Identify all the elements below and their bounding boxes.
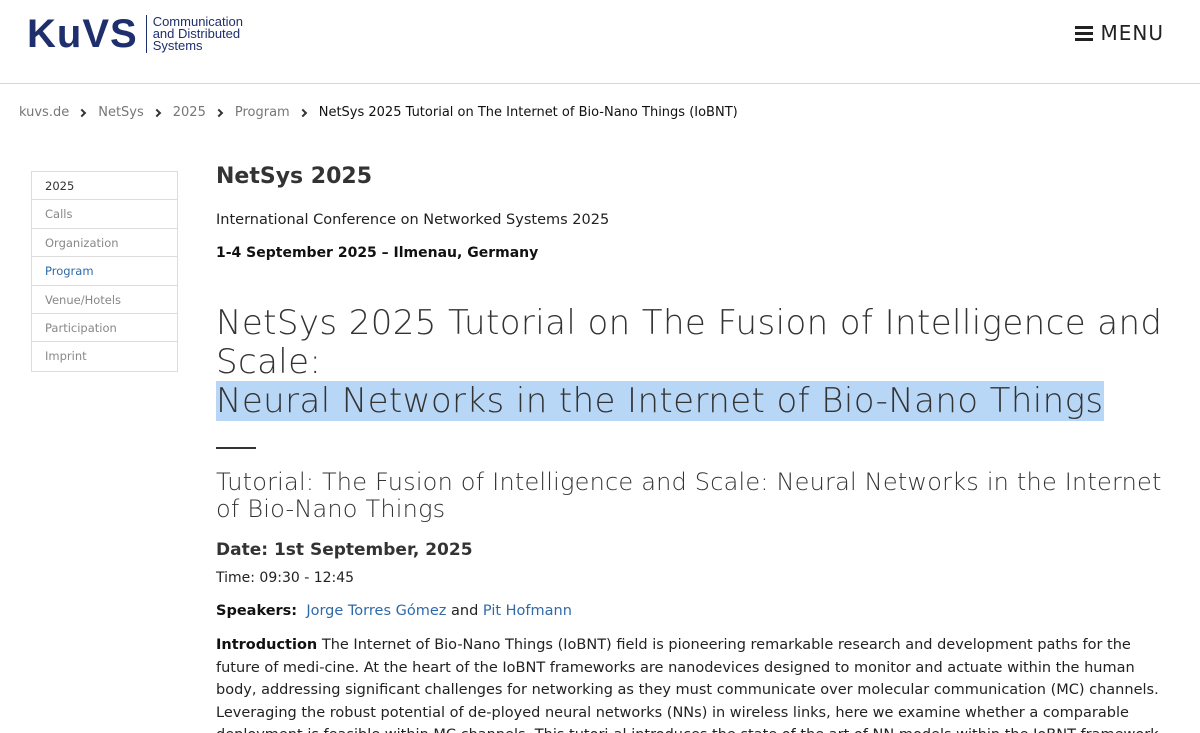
introduction-label: Introduction [216, 637, 318, 653]
divider [216, 447, 256, 449]
main-content: NetSys 2025 International Conference on … [216, 160, 1178, 733]
sidebar-item-participation[interactable]: Participation [32, 314, 177, 343]
logo-line-3: Systems [152, 38, 203, 53]
sidebar-item-organization[interactable]: Organization [32, 229, 177, 258]
introduction-text: The Internet of Bio-Nano Things (IoBNT) … [216, 637, 1163, 733]
logo-separator [145, 15, 147, 53]
sidebar-item-2025[interactable]: 2025 [32, 172, 177, 201]
breadcrumb: kuvs.de NetSys 2025 Program NetSys 2025 … [19, 105, 738, 120]
speakers: Speakers: Jorge Torres Gómez and Pit Hof… [216, 603, 1178, 619]
speaker-link-jorge[interactable]: Jorge Torres Gómez [306, 603, 446, 619]
speaker-link-pit[interactable]: Pit Hofmann [483, 603, 572, 619]
tutorial-time: Time: 09:30 - 12:45 [216, 570, 355, 586]
logo-text: Communication and Distributed Systems [152, 15, 243, 53]
kuvs-logo[interactable]: KuVS Communication and Distributed Syste… [27, 14, 243, 54]
tutorial-title: Tutorial: The Fusion of Intelligence and… [216, 468, 1162, 523]
conference-title: NetSys 2025 [216, 164, 373, 189]
breadcrumb-kuvs[interactable]: kuvs.de [19, 105, 69, 120]
logo-mark: KuVS [27, 12, 138, 56]
breadcrumb-current: NetSys 2025 Tutorial on The Internet of … [318, 105, 738, 120]
speakers-label: Speakers: [216, 603, 298, 619]
tutorial-date: Date: 1st September, 2025 [216, 540, 473, 560]
breadcrumb-2025[interactable]: 2025 [173, 105, 206, 120]
chevron-right-icon [214, 108, 224, 117]
page-title-line-1: NetSys 2025 Tutorial on The Fusion of In… [216, 303, 1163, 382]
sidebar-item-venue-hotels[interactable]: Venue/Hotels [32, 286, 177, 314]
sidebar-item-calls[interactable]: Calls [32, 200, 177, 229]
site-header: KuVS Communication and Distributed Syste… [0, 0, 1200, 84]
conference-date: 1-4 September 2025 – Ilmenau, Germany [216, 245, 539, 261]
introduction-paragraph: Introduction The Internet of Bio-Nano Th… [216, 634, 1178, 733]
sidebar-item-program[interactable]: Program [32, 257, 177, 286]
menu-button[interactable]: MENU [1074, 21, 1165, 45]
chevron-right-icon [77, 108, 87, 117]
sidebar-item-imprint[interactable]: Imprint [32, 342, 177, 370]
breadcrumb-netsys[interactable]: NetSys [98, 105, 144, 120]
chevron-right-icon [298, 108, 307, 117]
page-title-line-2: Neural Networks in the Internet of Bio-N… [216, 381, 1104, 421]
breadcrumb-program[interactable]: Program [235, 105, 290, 120]
hamburger-icon [1074, 25, 1093, 41]
speakers-and: and [451, 603, 479, 619]
sidebar-nav: 2025 Calls Organization Program Venue/Ho… [31, 171, 178, 372]
page-title: NetSys 2025 Tutorial on The Fusion of In… [216, 304, 1178, 421]
menu-label: MENU [1100, 21, 1164, 45]
chevron-right-icon [152, 108, 162, 117]
conference-subtitle: International Conference on Networked Sy… [216, 212, 610, 228]
